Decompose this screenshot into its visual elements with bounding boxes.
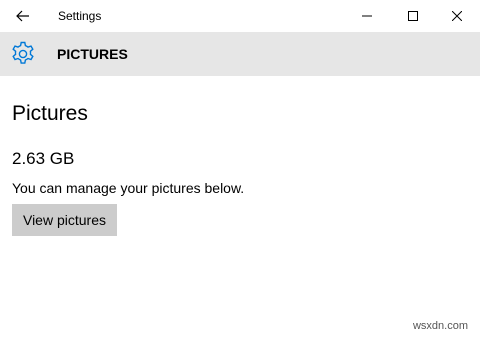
header-title: PICTURES xyxy=(57,46,128,62)
close-icon xyxy=(452,11,462,21)
maximize-icon xyxy=(408,11,418,21)
page-header: PICTURES xyxy=(0,32,480,76)
minimize-button[interactable] xyxy=(344,0,390,32)
description-text: You can manage your pictures below. xyxy=(12,180,245,196)
view-pictures-button[interactable]: View pictures xyxy=(12,204,117,236)
page-title: Pictures xyxy=(12,102,88,125)
window-title: Settings xyxy=(58,9,102,23)
gear-icon xyxy=(12,41,34,64)
back-button[interactable] xyxy=(0,0,46,32)
minimize-icon xyxy=(362,15,372,17)
title-bar: Settings xyxy=(0,0,480,32)
close-button[interactable] xyxy=(434,0,480,32)
watermark: wsxdn.com xyxy=(412,320,468,332)
storage-size: 2.63 GB xyxy=(12,149,75,168)
main-content: Pictures 2.63 GB You can manage your pic… xyxy=(0,76,480,338)
maximize-button[interactable] xyxy=(390,0,436,32)
settings-window: Settings PICTURES Pictures 2.63 GB You c… xyxy=(0,0,480,338)
back-arrow-icon xyxy=(16,10,29,22)
